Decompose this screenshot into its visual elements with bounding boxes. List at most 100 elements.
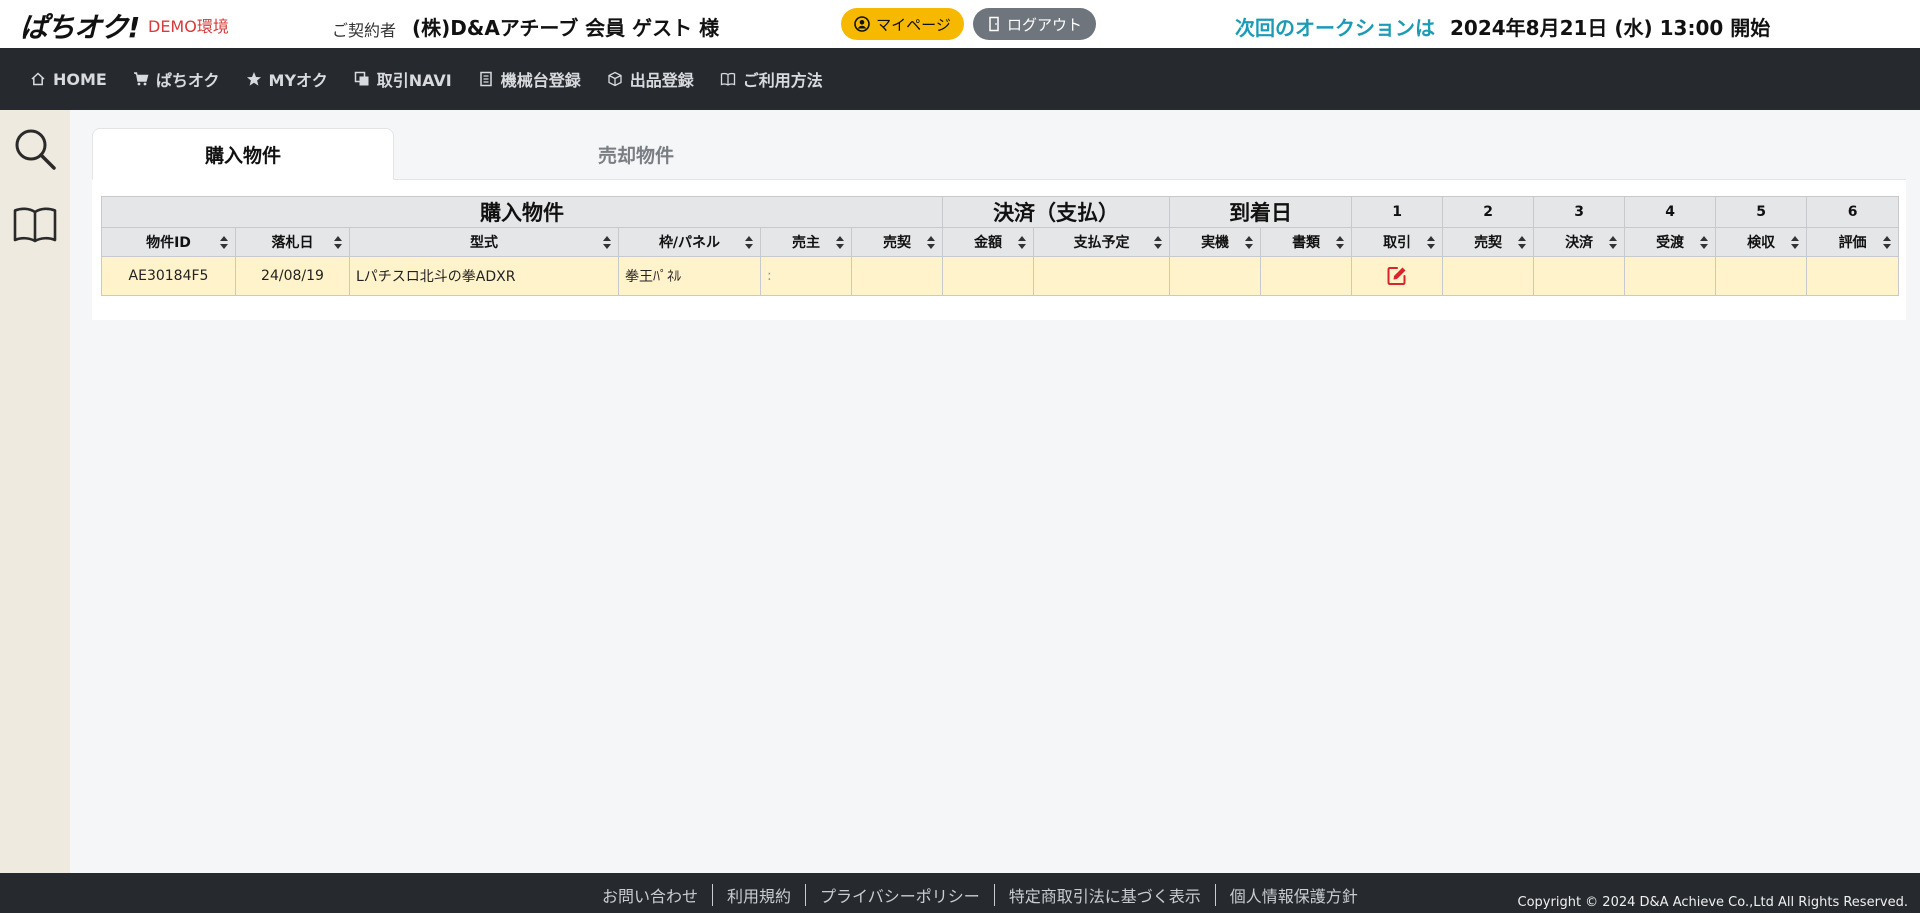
cell-model: Lパチスロ北斗の拳ADXR [349,256,619,296]
col-header-handover[interactable]: 受渡 [1624,227,1717,257]
nav-item-myoku[interactable]: MYオク [246,67,328,91]
group-step-6: 6 [1806,196,1900,228]
nav-item-machine-register[interactable]: 機械台登録 [478,67,581,91]
cell-actual-machine [1169,256,1262,296]
cell-trade [1351,256,1444,296]
group-arrival-date: 到着日 [1169,196,1353,228]
nav-item-trade-navi[interactable]: 取引NAVI [354,67,452,91]
copyright: Copyright © 2024 D&A Achieve Co.,Ltd All… [1517,895,1908,910]
sort-icon [603,236,611,249]
sort-icon [1427,236,1436,249]
nav-item-pachioku[interactable]: ぱちオク [133,67,220,91]
cell-settlement [1533,256,1626,296]
book-icon[interactable] [12,202,58,248]
group-step-5: 5 [1715,196,1808,228]
demo-env-label: DEMO環境 [148,17,229,36]
footer-link-personal-info[interactable]: 個人情報保護方針 [1216,883,1372,907]
col-header-inspection[interactable]: 検収 [1715,227,1808,257]
group-payment: 決済（支払） [942,196,1171,228]
purchased-items-table: 購入物件 決済（支払） 到着日 1 2 3 4 5 6 物件ID 落札日 型式 … [100,196,1900,296]
tab-sold[interactable]: 売却物件 [485,128,787,180]
logout-label: ログアウト [1006,15,1082,34]
mypage-button[interactable]: マイページ [841,8,964,40]
next-auction-date: 2024年8月21日 (水) 13:00 開始 [1450,16,1771,40]
sort-icon [745,236,753,249]
col-header-frame-panel[interactable]: 枠/パネル [618,227,761,257]
cart-icon [133,72,149,86]
cell-item-id: AE30184F5 [101,256,236,296]
site-logo[interactable]: ぱちオク! [20,6,140,46]
cell-documents [1260,256,1353,296]
cell-inspection [1715,256,1808,296]
sort-icon [1791,236,1800,249]
logout-button[interactable]: ログアウト [973,8,1096,40]
copy-icon [354,71,369,86]
nav-item-label: ご利用方法 [742,71,823,90]
sort-icon [1700,236,1709,249]
col-header-settlement[interactable]: 決済 [1533,227,1626,257]
sort-icon [1883,236,1892,249]
cell-seller: : [760,256,852,296]
book-icon [720,72,735,86]
sort-icon [334,236,342,249]
col-header-winning-date[interactable]: 落札日 [235,227,350,257]
cell-sale-contract [850,256,944,296]
nav-item-listing-register[interactable]: 出品登録 [607,67,694,91]
footer-link-terms[interactable]: 利用規約 [713,883,805,907]
group-step-2: 2 [1442,196,1535,228]
sort-icon [1336,236,1345,249]
sort-icon [1245,236,1254,249]
door-icon [989,16,999,32]
col-header-actual-machine[interactable]: 実機 [1169,227,1262,257]
top-bar: ぱちオク! DEMO環境 ご契約者 (株)D&Aアチーブ 会員 ゲスト 様 マイ… [0,0,1920,48]
col-header-seller[interactable]: 売主 [760,227,852,257]
col-header-item-id[interactable]: 物件ID [101,227,236,257]
table-row[interactable]: AE30184F5 24/08/19 Lパチスロ北斗の拳ADXR 拳王ﾊﾟﾈﾙ … [101,256,1900,296]
cell-amount [942,256,1035,296]
document-icon [480,71,492,87]
cell-rating [1806,256,1900,296]
main-nav: HOME ぱちオク MYオク 取引NAVI 機械台登録 出品登録 ご利用方法 [0,48,1920,110]
sort-icon [836,236,844,249]
footer-link-privacy-policy[interactable]: プライバシーポリシー [806,883,994,907]
col-header-trade[interactable]: 取引 [1351,227,1444,257]
col-header-amount[interactable]: 金額 [942,227,1035,257]
home-icon [31,72,45,86]
tab-bar: 購入物件 売却物件 [92,128,1906,180]
contract-name: (株)D&Aアチーブ 会員 ゲスト 様 [412,16,720,40]
nav-item-how-to-use[interactable]: ご利用方法 [720,67,823,91]
group-step-3: 3 [1533,196,1626,228]
col-header-sale-contract[interactable]: 売契 [850,227,944,257]
sort-icon [220,236,228,249]
col-header-documents[interactable]: 書類 [1260,227,1353,257]
left-rail [0,110,70,873]
col-header-step-sale-contract[interactable]: 売契 [1442,227,1535,257]
nav-item-label: 取引NAVI [376,71,452,90]
col-header-rating[interactable]: 評価 [1806,227,1900,257]
sort-icon [1518,236,1527,249]
footer: お問い合わせ 利用規約 プライバシーポリシー 特定商取引法に基づく表示 個人情報… [0,873,1920,913]
edit-icon[interactable] [1386,265,1408,287]
nav-item-home[interactable]: HOME [30,70,107,89]
col-header-payment-schedule[interactable]: 支払予定 [1033,227,1171,257]
nav-item-label: 機械台登録 [500,71,581,90]
sort-icon [1018,236,1027,249]
contract-label: ご契約者 [332,21,397,40]
col-header-model[interactable]: 型式 [349,227,619,257]
cell-step-sale-contract [1442,256,1535,296]
search-icon[interactable] [12,126,58,172]
star-icon [246,72,261,86]
footer-link-commercial-law[interactable]: 特定商取引法に基づく表示 [995,883,1215,907]
footer-links: お問い合わせ 利用規約 プライバシーポリシー 特定商取引法に基づく表示 個人情報… [588,883,1372,907]
mypage-label: マイページ [876,15,951,34]
sort-icon [1154,236,1163,249]
table-group-header: 購入物件 決済（支払） 到着日 1 2 3 4 5 6 [100,196,1900,228]
nav-item-label: ぱちオク [155,71,220,90]
nav-item-label: HOME [53,69,107,89]
nav-item-label: 出品登録 [629,71,694,90]
next-auction-label: 次回のオークションは [1235,16,1435,40]
group-purchased: 購入物件 [100,196,944,228]
cell-winning-date: 24/08/19 [235,256,350,296]
tab-purchased[interactable]: 購入物件 [92,128,394,180]
footer-link-contact[interactable]: お問い合わせ [588,883,712,907]
